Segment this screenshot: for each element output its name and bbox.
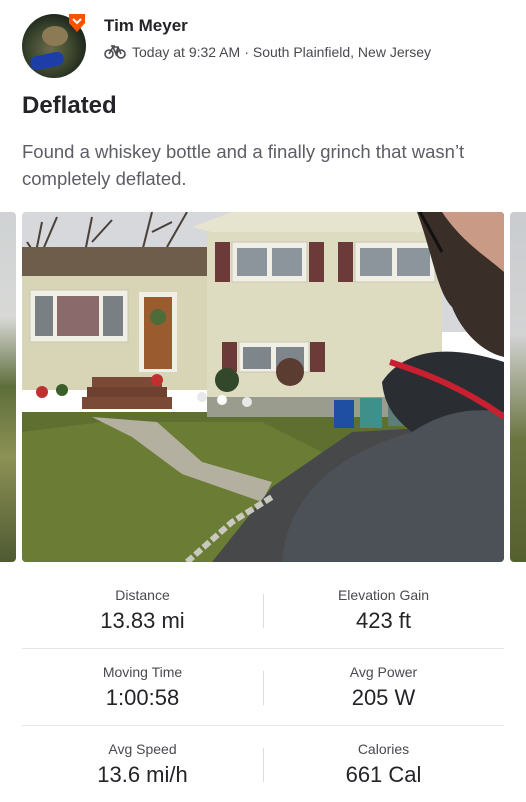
activity-meta: Today at 9:32 AM · South Plainfield, New… [104,44,431,60]
subscriber-badge-icon [69,14,85,32]
next-photo[interactable] [510,212,526,562]
stat-label: Avg Speed [108,741,177,757]
photo-carousel[interactable] [0,212,526,562]
activity-timestamp: Today at 9:32 AM [132,44,241,60]
activity-stats: Distance 13.83 mi Elevation Gain 423 ft … [22,572,504,802]
stat-label: Moving Time [102,664,183,680]
stat-elevation-gain: Elevation Gain 423 ft [263,572,504,648]
athlete-name[interactable]: Tim Meyer [104,16,188,36]
stat-row: Avg Speed 13.6 mi/h Calories 661 Cal [22,726,504,802]
stat-value: 13.6 mi/h [97,762,188,787]
activity-header: Tim Meyer Today at 9:32 AM · South Plain… [22,14,512,78]
activity-description: Found a whiskey bottle and a finally gri… [22,141,465,189]
meta-separator: · [244,44,249,60]
stat-value: 13.83 mi [100,608,185,633]
stat-row: Distance 13.83 mi Elevation Gain 423 ft [22,572,504,649]
activity-title[interactable]: Deflated [22,92,117,120]
stat-calories: Calories 661 Cal [263,726,504,802]
stat-label: Elevation Gain [337,587,430,603]
stat-label: Distance [115,587,170,603]
stat-avg-speed: Avg Speed 13.6 mi/h [22,726,263,802]
stat-value: 423 ft [355,608,412,633]
stat-value: 661 Cal [345,762,422,787]
stat-value: 205 W [351,685,416,710]
stat-label: Avg Power [349,664,418,680]
activity-location: South Plainfield, New Jersey [252,44,432,60]
stat-avg-power: Avg Power 205 W [263,649,504,725]
stat-row: Moving Time 1:00:58 Avg Power 205 W [22,649,504,726]
stat-label: Calories [357,741,410,757]
previous-photo[interactable] [0,212,16,562]
bike-icon [104,45,126,59]
activity-photo[interactable] [22,212,504,562]
stat-distance: Distance 13.83 mi [22,572,263,648]
stat-moving-time: Moving Time 1:00:58 [22,649,263,725]
stat-value: 1:00:58 [105,685,180,710]
